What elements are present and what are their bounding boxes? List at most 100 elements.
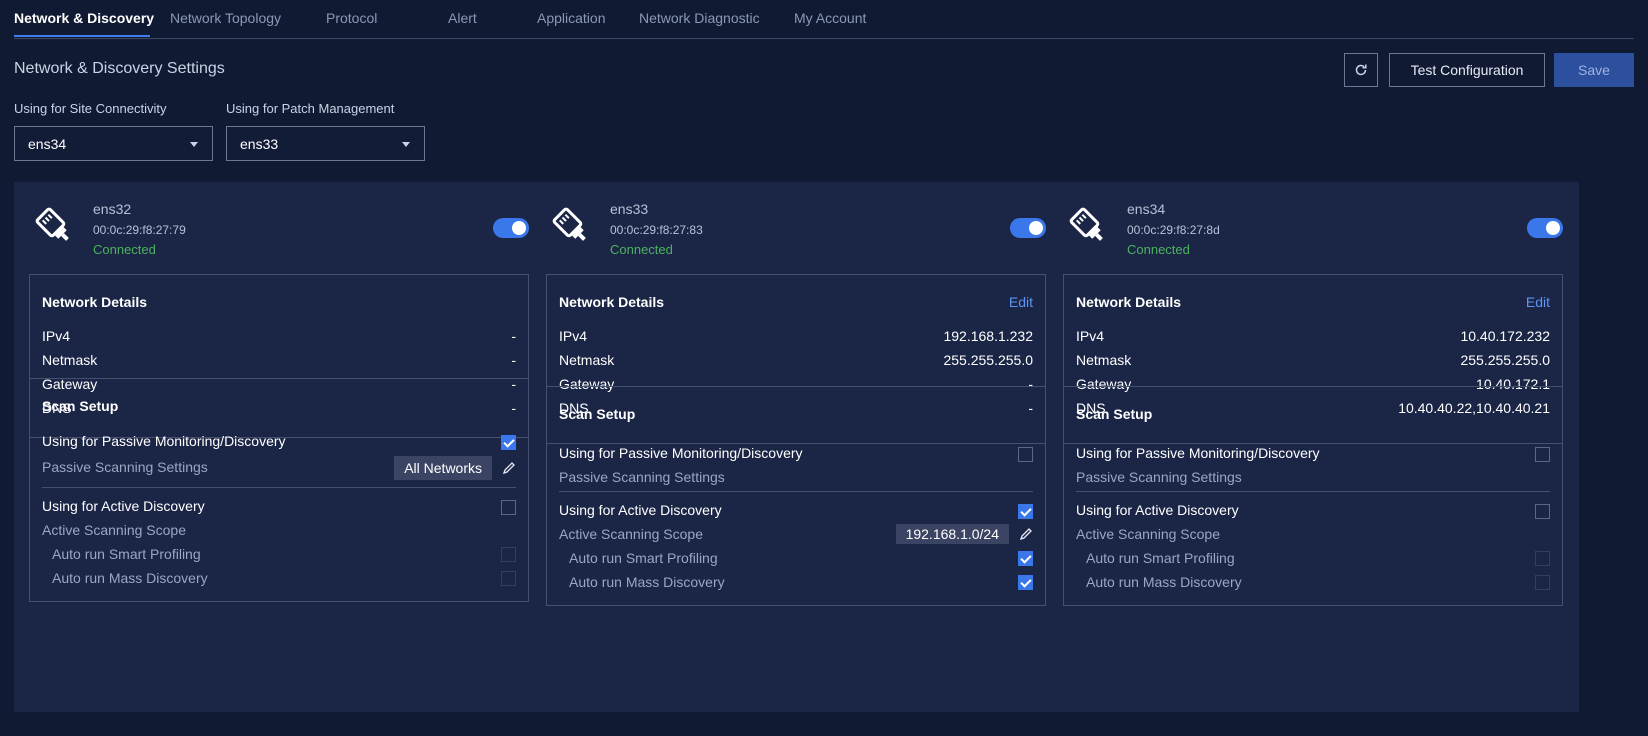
smart-profiling-label: Auto run Smart Profiling xyxy=(52,546,201,562)
smart-profiling-checkbox[interactable] xyxy=(1535,551,1550,566)
scan-setup-title: Scan Setup xyxy=(559,406,636,422)
edit-link[interactable]: Edit xyxy=(1526,294,1550,310)
scan-setup-panel: Scan Setup Using for Passive Monitoring/… xyxy=(1063,386,1563,606)
ipv4-row: IPv4 10.40.172.232 xyxy=(1076,328,1550,348)
tab-network-diagnostic[interactable]: Network Diagnostic xyxy=(639,10,760,26)
mass-discovery-label: Auto run Mass Discovery xyxy=(52,570,208,586)
ethernet-icon xyxy=(552,207,586,241)
tab-network-discovery[interactable]: Network & Discovery xyxy=(14,10,154,26)
ethernet-icon xyxy=(35,207,69,241)
scan-setup-panel: Scan Setup Using for Passive Monitoring/… xyxy=(546,386,1046,606)
toggle-knob xyxy=(1029,221,1043,235)
active-scope-label: Active Scanning Scope xyxy=(1076,526,1220,542)
caret-down-icon xyxy=(190,142,198,147)
smart-profiling-checkbox[interactable] xyxy=(501,547,516,562)
tab-alert[interactable]: Alert xyxy=(448,10,477,26)
passive-monitoring-label: Using for Passive Monitoring/Discovery xyxy=(42,433,286,449)
active-discovery-checkbox[interactable] xyxy=(501,500,516,515)
passive-monitoring-checkbox[interactable] xyxy=(501,435,516,450)
active-discovery-checkbox[interactable] xyxy=(1535,504,1550,519)
mass-discovery-checkbox[interactable] xyxy=(1535,575,1550,590)
netmask-row: Netmask 255.255.255.0 xyxy=(559,352,1033,372)
passive-monitoring-label: Using for Passive Monitoring/Discovery xyxy=(1076,445,1320,461)
smart-profiling-checkbox[interactable] xyxy=(1018,551,1033,566)
interface-toggle[interactable] xyxy=(493,218,529,238)
toggle-knob xyxy=(512,221,526,235)
active-discovery-label: Using for Active Discovery xyxy=(1076,502,1239,518)
netmask-row: Netmask - xyxy=(42,352,516,372)
site-connectivity-value: ens34 xyxy=(28,136,67,152)
interface-mac: 00:0c:29:f8:27:8d xyxy=(1127,223,1220,237)
scan-setup-title: Scan Setup xyxy=(1076,406,1153,422)
passive-settings-label: Passive Scanning Settings xyxy=(559,469,725,485)
tab-my-account[interactable]: My Account xyxy=(794,10,866,26)
site-connectivity-label: Using for Site Connectivity xyxy=(14,101,167,116)
refresh-icon xyxy=(1355,64,1367,76)
interface-toggle[interactable] xyxy=(1527,218,1563,238)
smart-profiling-label: Auto run Smart Profiling xyxy=(569,550,718,566)
interface-toggle[interactable] xyxy=(1010,218,1046,238)
interface-mac: 00:0c:29:f8:27:79 xyxy=(93,223,186,237)
smart-profiling-label: Auto run Smart Profiling xyxy=(1086,550,1235,566)
site-connectivity-select[interactable]: ens34 xyxy=(14,126,213,161)
ipv4-label: IPv4 xyxy=(1076,328,1105,344)
ipv4-label: IPv4 xyxy=(42,328,71,344)
refresh-button[interactable] xyxy=(1344,53,1378,87)
interface-mac: 00:0c:29:f8:27:83 xyxy=(610,223,703,237)
tab-network-topology[interactable]: Network Topology xyxy=(170,10,281,26)
network-details-title: Network Details xyxy=(1076,294,1182,310)
interface-status: Connected xyxy=(1127,242,1190,257)
edit-pencil-icon[interactable] xyxy=(502,461,516,475)
edit-pencil-icon[interactable] xyxy=(1019,527,1033,541)
caret-down-icon xyxy=(402,142,410,147)
patch-management-select[interactable]: ens33 xyxy=(226,126,425,161)
passive-scope-chip: All Networks xyxy=(394,456,492,480)
page-title: Network & Discovery Settings xyxy=(14,60,225,77)
patch-management-value: ens33 xyxy=(240,136,279,152)
scan-setup-panel: Scan Setup Using for Passive Monitoring/… xyxy=(29,378,529,602)
toggle-knob xyxy=(1546,221,1560,235)
passive-settings-label: Passive Scanning Settings xyxy=(1076,469,1242,485)
tab-protocol[interactable]: Protocol xyxy=(326,10,377,26)
passive-monitoring-checkbox[interactable] xyxy=(1535,447,1550,462)
passive-settings-label: Passive Scanning Settings xyxy=(42,459,208,475)
save-button[interactable]: Save xyxy=(1554,53,1634,87)
active-discovery-label: Using for Active Discovery xyxy=(42,498,205,514)
interface-card-ens32: ens32 00:0c:29:f8:27:79 Connected Networ… xyxy=(14,182,545,712)
ipv4-value: - xyxy=(511,328,516,344)
active-discovery-label: Using for Active Discovery xyxy=(559,502,722,518)
mass-discovery-checkbox[interactable] xyxy=(501,571,516,586)
tab-application[interactable]: Application xyxy=(537,10,606,26)
divider xyxy=(42,487,516,488)
interface-card-ens33: ens33 00:0c:29:f8:27:83 Connected Networ… xyxy=(531,182,1062,712)
interface-name: ens32 xyxy=(93,201,132,217)
ipv4-value: 10.40.172.232 xyxy=(1460,328,1550,344)
active-scope-label: Active Scanning Scope xyxy=(559,526,703,542)
ipv4-row: IPv4 - xyxy=(42,328,516,348)
edit-link[interactable]: Edit xyxy=(1009,294,1033,310)
network-details-title: Network Details xyxy=(559,294,665,310)
interface-status: Connected xyxy=(610,242,673,257)
active-discovery-checkbox[interactable] xyxy=(1018,504,1033,519)
interface-status: Connected xyxy=(93,242,156,257)
netmask-value: 255.255.255.0 xyxy=(1460,352,1550,368)
divider xyxy=(1076,491,1550,492)
interface-name: ens33 xyxy=(610,201,649,217)
divider xyxy=(559,491,1033,492)
active-scope-chip: 192.168.1.0/24 xyxy=(895,524,1009,544)
scan-setup-title: Scan Setup xyxy=(42,398,119,414)
mass-discovery-checkbox[interactable] xyxy=(1018,575,1033,590)
netmask-label: Netmask xyxy=(559,352,615,368)
passive-monitoring-checkbox[interactable] xyxy=(1018,447,1033,462)
passive-monitoring-label: Using for Passive Monitoring/Discovery xyxy=(559,445,803,461)
tab-bar: Network & Discovery Network Topology Pro… xyxy=(14,0,1634,39)
active-tab-indicator xyxy=(14,35,150,37)
interface-name: ens34 xyxy=(1127,201,1166,217)
ethernet-icon xyxy=(1069,207,1103,241)
netmask-label: Netmask xyxy=(42,352,98,368)
ipv4-value: 192.168.1.232 xyxy=(943,328,1033,344)
interface-card-ens34: ens34 00:0c:29:f8:27:8d Connected Networ… xyxy=(1048,182,1579,712)
test-configuration-button[interactable]: Test Configuration xyxy=(1389,53,1545,87)
mass-discovery-label: Auto run Mass Discovery xyxy=(1086,574,1242,590)
ipv4-label: IPv4 xyxy=(559,328,588,344)
